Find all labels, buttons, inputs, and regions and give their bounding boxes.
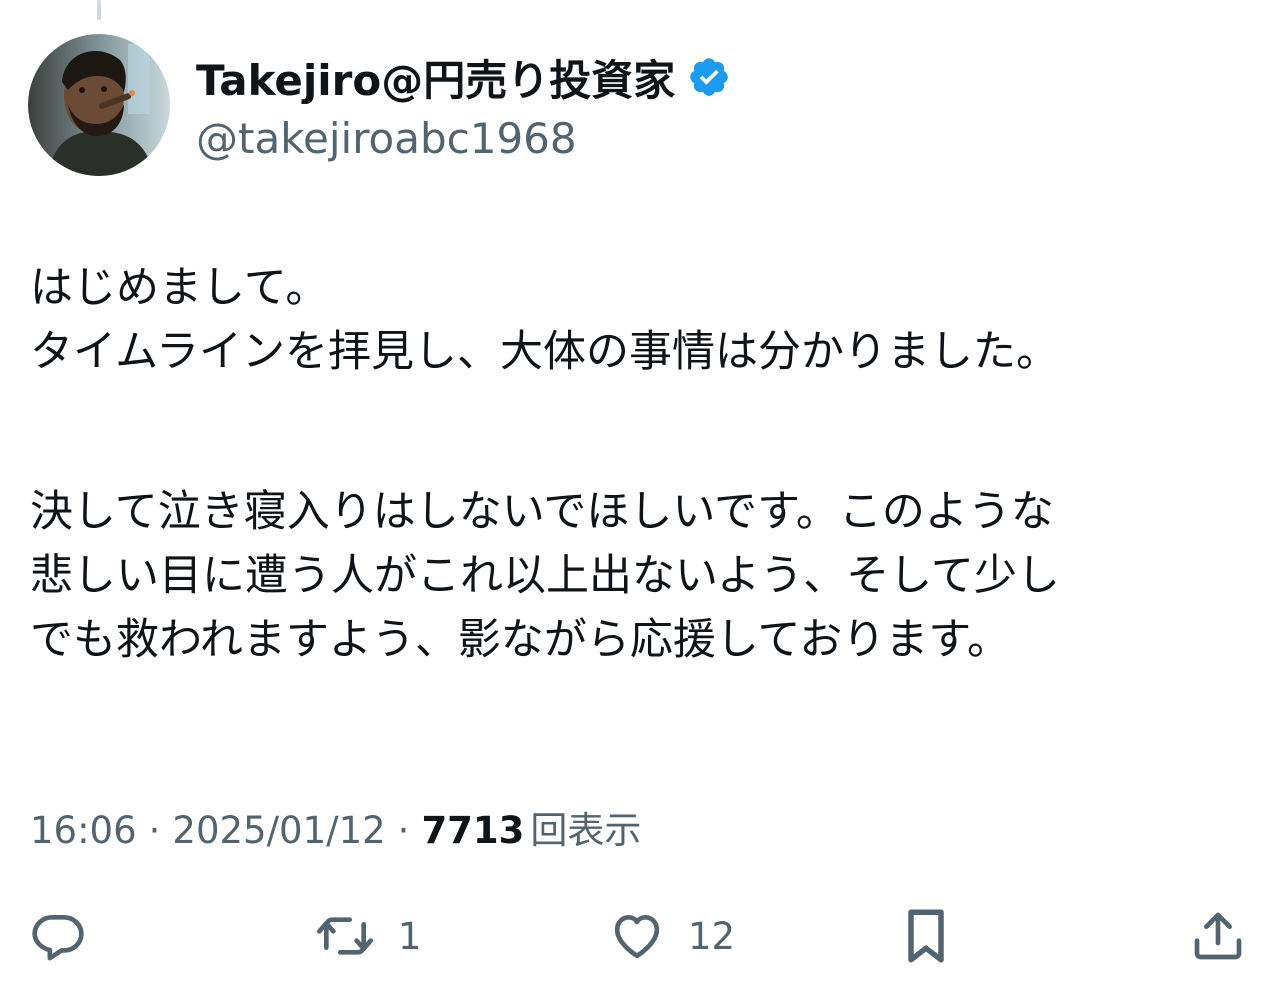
avatar[interactable] (28, 34, 170, 176)
thread-connector-line (97, 0, 101, 20)
retweet-count: 1 (398, 914, 422, 958)
name-row: Takejiro@円売り投資家 (196, 46, 731, 108)
author-display-name[interactable]: Takejiro@円売り投資家 (196, 47, 675, 108)
share-icon (1194, 912, 1242, 960)
tweet-line: 決して泣き寝入りはしないでほしいです。このような (30, 487, 1054, 537)
tweet-line: はじめまして。 (30, 263, 329, 313)
views-label: 回表示 (530, 809, 642, 852)
tweet-date[interactable]: 2025/01/12 (172, 809, 385, 852)
reply-icon (32, 915, 84, 961)
share-button[interactable] (1190, 896, 1246, 976)
tweet-time[interactable]: 16:06 (30, 809, 137, 852)
author-block: Takejiro@円売り投資家 @takejiroabc1968 (196, 46, 731, 163)
bookmark-button[interactable] (900, 896, 952, 976)
bookmark-icon (908, 909, 944, 963)
author-handle[interactable]: @takejiroabc1968 (196, 114, 731, 163)
tweet-text: はじめまして。 タイムラインを拝見し、大体の事情は分かりました。 決して泣き寝入… (30, 256, 1255, 672)
tweet-line: 悲しい目に遭う人がこれ以上出ないよう、そして少し (30, 551, 1060, 601)
action-bar: 1 12 (0, 896, 1280, 976)
tweet-metadata: 16:06 · 2025/01/12 · 7713 回表示 (30, 800, 641, 854)
meta-separator: · (148, 809, 161, 852)
reply-button[interactable] (30, 896, 86, 976)
heart-icon (614, 915, 660, 959)
retweet-icon (317, 917, 373, 955)
views-count[interactable]: 7713 (421, 809, 524, 852)
meta-separator: · (397, 809, 410, 852)
avatar-image (28, 34, 170, 176)
verified-badge-icon (687, 55, 731, 99)
like-button[interactable]: 12 (608, 896, 735, 976)
like-count: 12 (688, 914, 736, 958)
retweet-button[interactable]: 1 (314, 896, 422, 976)
tweet-line: タイムラインを拝見し、大体の事情は分かりました。 (30, 327, 1059, 377)
tweet-line: でも救われますよう、影ながら応援しております。 (30, 615, 1010, 665)
